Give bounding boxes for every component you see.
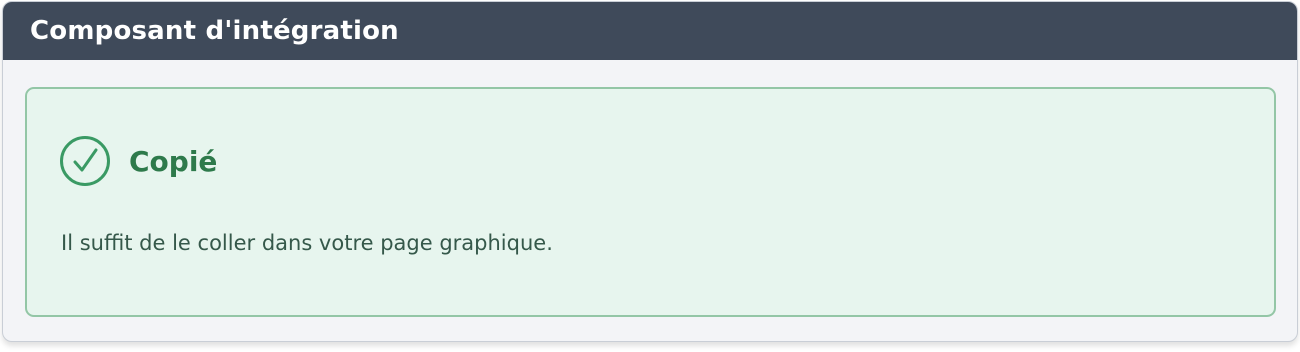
embed-component-panel: Composant d'intégration Copié Il suffit … [2, 1, 1298, 342]
panel-title: Composant d'intégration [30, 16, 399, 46]
panel-header: Composant d'intégration [3, 2, 1297, 60]
notice-title: Copié [129, 144, 218, 178]
notice-message: Il suffit de le coller dans votre page g… [61, 231, 553, 255]
panel-body: Copié Il suffit de le coller dans votre … [3, 60, 1297, 317]
success-notice: Copié Il suffit de le coller dans votre … [25, 87, 1276, 317]
check-circle-icon [59, 135, 111, 187]
notice-header: Copié [59, 135, 217, 187]
